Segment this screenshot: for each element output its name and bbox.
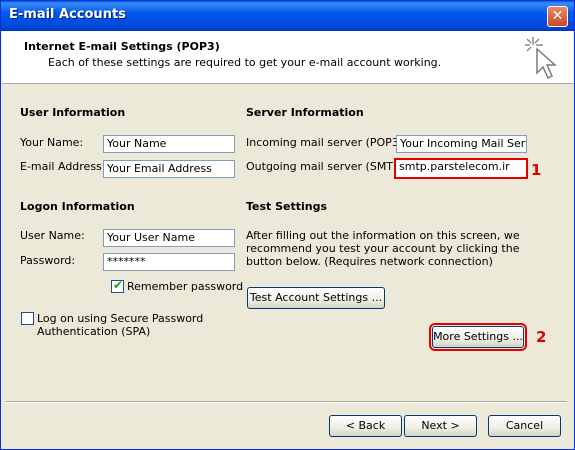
test-settings-desc-1: After filling out the information on thi…	[246, 229, 520, 242]
more-settings-button[interactable]: More Settings ...	[429, 323, 527, 351]
email-address-label: E-mail Address:	[20, 160, 106, 173]
test-settings-heading: Test Settings	[246, 200, 328, 213]
email-address-field[interactable]: Your Email Address	[103, 160, 235, 178]
cancel-button[interactable]: Cancel	[488, 415, 561, 437]
window-title: E-mail Accounts	[9, 7, 126, 22]
page-title: Internet E-mail Settings (POP3)	[24, 40, 220, 53]
spa-label-line2: Authentication (SPA)	[37, 325, 151, 338]
cursor-sparkle-icon	[525, 37, 557, 80]
close-icon: ✕	[551, 8, 564, 24]
next-button[interactable]: Next >	[404, 415, 477, 437]
password-label: Password:	[20, 254, 76, 267]
annotation-2: 2	[536, 328, 547, 346]
outgoing-server-field[interactable]: smtp.parstelecom.ir	[394, 158, 528, 179]
logon-info-heading: Logon Information	[20, 200, 135, 213]
your-name-label: Your Name:	[20, 136, 84, 149]
close-button[interactable]: ✕	[547, 6, 568, 27]
title-bar[interactable]: E-mail Accounts ✕	[1, 1, 574, 31]
test-settings-desc-3: button below. (Requires network connecti…	[246, 255, 493, 268]
footer-divider	[6, 401, 567, 403]
spa-checkbox[interactable]	[21, 312, 34, 325]
checkmark-icon: ✔	[113, 278, 124, 292]
server-info-heading: Server Information	[246, 106, 364, 119]
user-info-heading: User Information	[20, 106, 126, 119]
user-name-field[interactable]: Your User Name	[103, 229, 235, 247]
outgoing-server-label: Outgoing mail server (SMTP):	[246, 160, 408, 173]
incoming-server-field[interactable]: Your Incoming Mail Server	[396, 135, 527, 153]
back-button[interactable]: < Back	[329, 415, 402, 437]
email-accounts-dialog: E-mail Accounts ✕ Internet E-mail Settin…	[0, 0, 575, 450]
remember-password-checkbox[interactable]: ✔	[111, 278, 124, 293]
user-name-label: User Name:	[20, 229, 85, 242]
spa-label-line1: Log on using Secure Password	[37, 312, 204, 325]
wizard-header: Internet E-mail Settings (POP3) Each of …	[2, 31, 573, 84]
annotation-1: 1	[531, 161, 542, 179]
password-field[interactable]: *******	[103, 253, 235, 271]
your-name-field[interactable]: Your Name	[103, 135, 235, 153]
test-account-settings-button[interactable]: Test Account Settings ...	[247, 287, 385, 309]
page-subtitle: Each of these settings are required to g…	[48, 56, 442, 69]
incoming-server-label: Incoming mail server (POP3):	[246, 136, 407, 149]
test-settings-desc-2: recommend you test your account by click…	[246, 242, 520, 255]
remember-password-label: Remember password	[127, 280, 244, 293]
